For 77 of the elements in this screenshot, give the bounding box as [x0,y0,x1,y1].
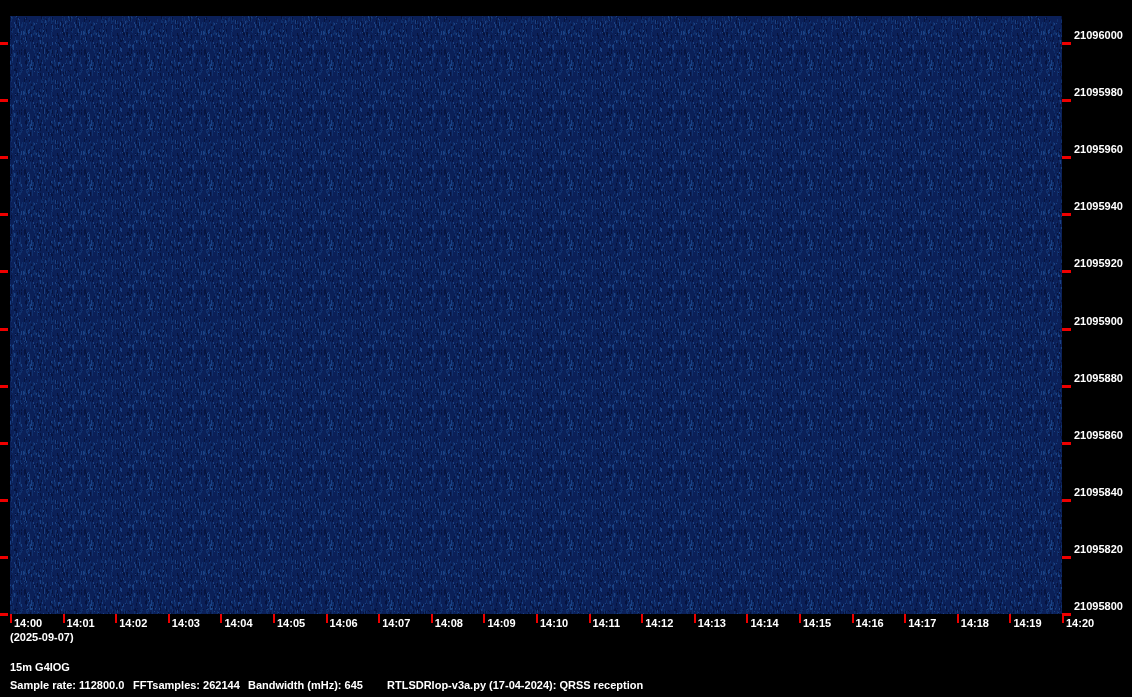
tick-mark [1062,99,1071,103]
time-label: 14:01 [66,617,95,629]
tick-mark [0,384,8,388]
time-label: 14:11 [592,617,621,629]
tick-mark [1062,42,1071,45]
time-label: 14:16 [855,617,884,629]
info-text: FFTsamples: 262144 [133,679,241,692]
tick-mark [483,614,486,623]
tick-mark [1009,614,1012,623]
tick-mark [115,614,118,623]
time-label: 14:18 [960,617,989,629]
frequency-label: 21095880 [1074,371,1123,385]
tick-mark [1062,156,1071,160]
tick-mark [0,555,8,559]
tick-mark [0,156,8,160]
time-label: 14:00 [14,617,43,629]
frequency-label: 21095840 [1074,485,1123,499]
time-label: 14:17 [908,617,937,629]
time-label: 14:04 [224,617,253,629]
tick-mark [1062,441,1071,445]
frequency-label: 21096000 [1074,29,1123,42]
frequency-label: 21095940 [1074,200,1123,214]
time-label: 14:09 [487,617,516,629]
time-label: 14:06 [329,617,358,629]
time-label: 14:08 [434,617,463,629]
tick-mark [693,614,696,623]
tick-mark [0,99,8,103]
tick-mark [0,327,8,331]
frequency-label: 21095980 [1074,86,1123,100]
tick-mark [1062,327,1071,331]
frequency-label: 21095960 [1074,143,1123,157]
tick-mark [1062,270,1071,274]
tick-mark [1062,555,1071,559]
frequency-label: 21095820 [1074,542,1123,556]
tick-mark [0,213,8,217]
tick-mark [1062,213,1071,217]
date-label: (2025-09-07) [10,631,75,644]
tick-mark [430,614,433,623]
tick-mark [1062,498,1071,502]
tick-mark [956,614,959,623]
info-text: Bandwidth (mHz): 645 [248,679,364,692]
tick-mark [220,614,223,623]
tick-mark [641,614,644,623]
time-label: 14:13 [697,617,726,629]
time-label: 14:14 [750,617,779,629]
tick-mark [0,42,8,45]
info-text: RTLSDRlop-v3a.py (17-04-2024): QRSS reception [387,679,644,692]
tick-mark [273,614,275,623]
time-label: 14:10 [540,617,569,629]
station-label: 15m G4IOG [10,661,71,674]
tick-mark [799,614,801,623]
frequency-label: 21095800 [1074,600,1123,613]
time-label: 14:07 [382,617,411,629]
tick-mark [746,614,749,623]
time-label: 14:05 [277,617,306,629]
tick-mark [536,614,538,623]
tick-mark [325,614,328,623]
frequency-label: 21095920 [1074,257,1123,271]
info-text: Sample rate: 112800.0 [10,679,126,692]
time-label: 14:15 [803,617,832,629]
tick-mark [0,498,8,502]
tick-mark [588,614,591,623]
frequency-label: 21095900 [1074,314,1123,328]
tick-mark [904,614,907,623]
tick-mark [851,614,854,623]
tick-mark [1062,384,1071,388]
time-label: 14:02 [119,617,148,629]
time-label: 14:19 [1013,617,1042,629]
tick-mark [167,614,170,623]
tick-mark [378,614,381,623]
time-label: 14:12 [645,617,674,629]
tick-mark [0,270,8,274]
time-label: 14:03 [171,617,200,629]
frequency-label: 21095860 [1074,428,1123,442]
tick-mark [62,614,65,623]
tick-mark [0,441,8,445]
time-label: 14:20 [1066,617,1095,629]
